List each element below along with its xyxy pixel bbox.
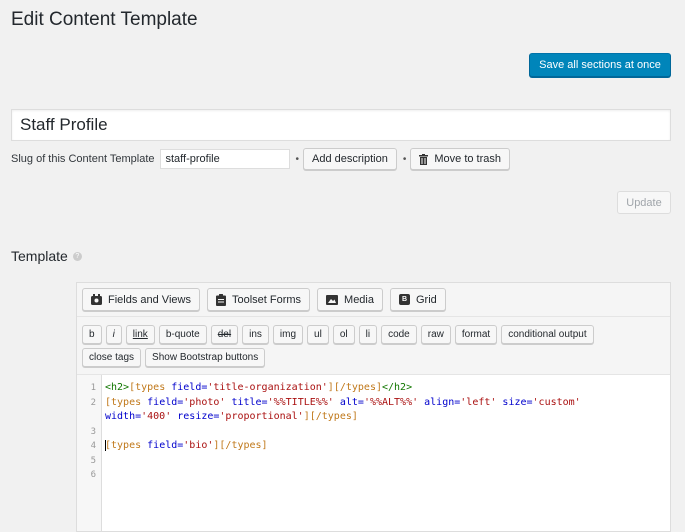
toolset-forms-label: Toolset Forms	[231, 293, 302, 306]
code-token: width=	[105, 411, 142, 422]
code-line: [types field='bio'][/types]	[105, 439, 670, 454]
media-label: Media	[344, 293, 374, 306]
grid-button[interactable]: B Grid	[390, 288, 446, 311]
trash-icon	[419, 153, 429, 165]
update-button[interactable]: Update	[617, 191, 671, 214]
code-editor[interactable]: 1 2 3 4 5 6 <h2>[types field='title-orga…	[77, 374, 670, 531]
qt-ul-button[interactable]: ul	[307, 325, 329, 344]
separator-dot: •	[295, 153, 300, 165]
qt-ol-button[interactable]: ol	[332, 325, 355, 344]
section-title: Template ?	[11, 248, 82, 264]
code-line: <h2>[types field='title-organization'][/…	[105, 381, 670, 396]
code-token: ][/types]	[303, 411, 358, 422]
slug-label: Slug of this Content Template	[11, 153, 155, 165]
show-bootstrap-buttons-button[interactable]: Show Bootstrap buttons	[145, 348, 266, 367]
qt-ins-button[interactable]: ins	[242, 325, 269, 344]
qt-img-button[interactable]: img	[272, 325, 304, 344]
qt-del-button[interactable]: del	[210, 325, 239, 344]
line-number: 4	[90, 441, 96, 451]
code-token: 'proportional'	[219, 411, 304, 422]
code-line: [types field='photo' title='%%TITLE%%' a…	[105, 396, 670, 411]
code-token: [types	[129, 382, 172, 393]
code-token: size=	[496, 396, 533, 408]
code-token: align=	[418, 396, 461, 408]
qt-bold-button[interactable]: b	[82, 325, 102, 344]
code-token: field=	[147, 440, 184, 451]
qt-code-button[interactable]: code	[381, 325, 417, 344]
code-token: <h2>	[105, 382, 130, 393]
qt-link-button[interactable]: link	[125, 325, 155, 344]
help-icon[interactable]: ?	[72, 251, 82, 261]
code-token: '%%ALT%%'	[363, 396, 419, 408]
code-token: [types	[105, 440, 148, 451]
line-number: 6	[90, 470, 96, 480]
separator-dot: •	[402, 153, 407, 165]
code-content[interactable]: <h2>[types field='title-organization'][/…	[102, 375, 670, 531]
qt-li-button[interactable]: li	[358, 325, 378, 344]
qt-blockquote-button[interactable]: b-quote	[158, 325, 207, 344]
code-token: field=	[147, 396, 184, 408]
code-token: '400'	[141, 411, 172, 422]
code-line: width='400' resize='proportional'][/type…	[105, 410, 670, 425]
fields-and-views-button[interactable]: Fields and Views	[82, 288, 200, 311]
media-button[interactable]: Media	[317, 288, 383, 311]
move-to-trash-label: Move to trash	[434, 153, 501, 165]
move-to-trash-button[interactable]: Move to trash	[410, 148, 510, 170]
code-token: 'title-organization'	[207, 382, 328, 393]
qt-italic-button[interactable]: i	[105, 325, 122, 344]
code-token: resize=	[171, 411, 220, 422]
media-image-icon	[326, 294, 339, 305]
line-number: 3	[90, 426, 96, 437]
line-number-gutter: 1 2 3 4 5 6	[77, 375, 102, 531]
fields-and-views-label: Fields and Views	[108, 293, 191, 306]
code-token: 'custom'	[532, 396, 581, 408]
line-number	[77, 410, 101, 425]
qt-conditional-output-button[interactable]: conditional output	[501, 325, 594, 344]
code-token: '%%TITLE%%'	[267, 396, 334, 408]
toolset-forms-button[interactable]: Toolset Forms	[206, 288, 311, 311]
fields-views-icon	[91, 294, 102, 305]
code-token: 'photo'	[183, 396, 226, 408]
page-title: Edit Content Template	[11, 9, 198, 30]
line-number: 2	[90, 397, 96, 408]
bootstrap-grid-icon: B	[399, 294, 410, 305]
line-number: 5	[90, 455, 96, 466]
code-token: [types	[105, 396, 148, 408]
code-token: title=	[225, 396, 268, 408]
section-title-text: Template	[11, 248, 68, 264]
forms-clipboard-icon	[215, 293, 226, 306]
line-number: 1	[90, 383, 96, 393]
code-token: 'bio'	[183, 440, 214, 451]
qt-close-tags-button[interactable]: close tags	[82, 348, 142, 367]
template-title-input[interactable]: Staff Profile	[11, 109, 671, 141]
code-token: ][/types]	[327, 382, 382, 393]
quicktags-toolbar: b i link b-quote del ins img ul ol li co…	[77, 317, 622, 367]
slug-input[interactable]: staff-profile	[159, 149, 290, 169]
add-description-button[interactable]: Add description	[303, 148, 397, 170]
editor-main-toolbar: Fields and Views Toolset Forms Media B G…	[77, 283, 670, 317]
save-all-sections-button[interactable]: Save all sections at once	[529, 53, 671, 77]
slug-row: Slug of this Content Template staff-prof…	[11, 148, 510, 170]
code-token: 'left'	[460, 396, 497, 408]
qt-raw-button[interactable]: raw	[420, 325, 451, 344]
code-token: ][/types]	[213, 440, 268, 451]
template-editor: Fields and Views Toolset Forms Media B G…	[76, 282, 671, 532]
code-token: field=	[171, 382, 208, 393]
code-token: alt=	[333, 396, 364, 408]
code-token: </h2>	[381, 382, 413, 393]
grid-label: Grid	[416, 293, 437, 306]
qt-format-button[interactable]: format	[454, 325, 498, 344]
